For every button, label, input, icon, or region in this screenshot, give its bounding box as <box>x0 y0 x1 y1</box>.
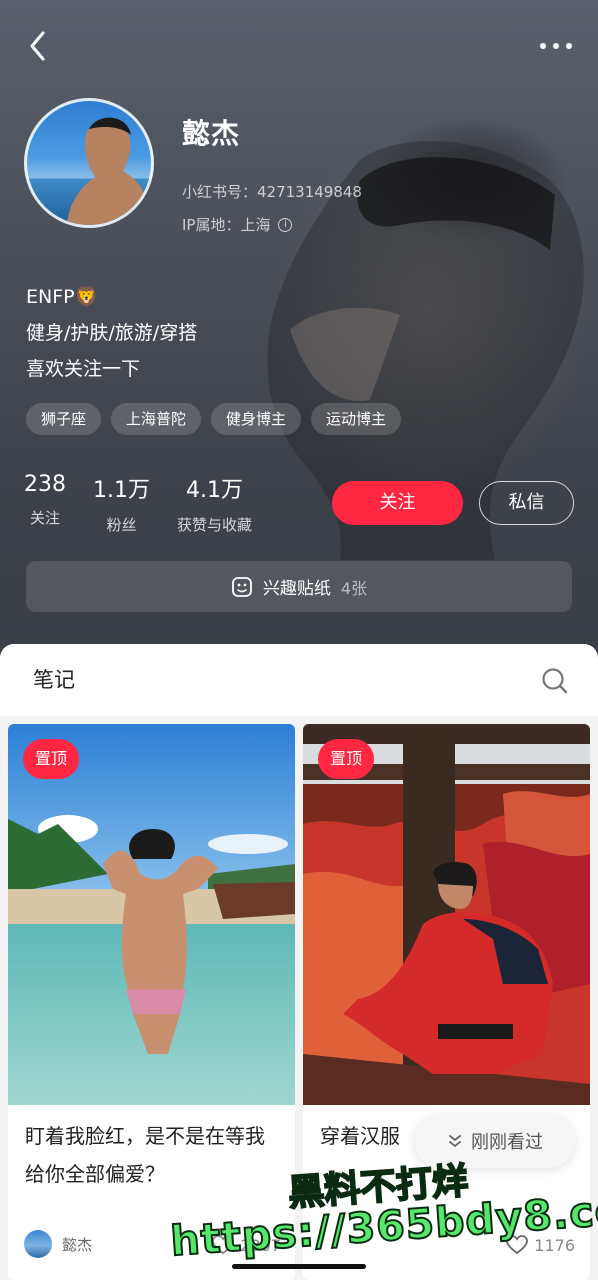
like-count: 1176 <box>534 1235 575 1255</box>
tab-notes[interactable]: 笔记 <box>33 664 75 694</box>
recently-viewed-button[interactable]: 刚刚看过 <box>415 1114 575 1168</box>
note-cover-image: 置顶 <box>303 724 590 1105</box>
like-button[interactable]: 2307 <box>212 1235 281 1255</box>
ip-location: IP属地：上海 <box>182 216 271 234</box>
info-icon[interactable]: i <box>278 217 293 232</box>
bio-line: 健身/护肤/旅游/穿搭 <box>26 322 198 344</box>
heart-icon <box>506 1235 529 1255</box>
profile-tags: 狮子座 上海普陀 健身博主 运动博主 <box>26 403 402 435</box>
notes-panel: 笔记 置顶 盯着我脸红，是不是在等我给你全部偏爱？ 懿杰 2307 置顶 穿着汉… <box>0 644 598 1280</box>
pinned-badge: 置顶 <box>23 739 79 779</box>
note-author[interactable]: 懿杰 <box>24 1230 92 1258</box>
stat-value: 238 <box>24 472 66 497</box>
note-card[interactable]: 置顶 穿着汉服 1176 <box>303 724 590 1280</box>
profile-header-background: 懿杰 小红书号：42713149848 IP属地：上海 i ENFP🦁 健身/护… <box>0 0 598 700</box>
note-card[interactable]: 置顶 盯着我脸红，是不是在等我给你全部偏爱？ 懿杰 2307 <box>8 724 295 1280</box>
message-button[interactable]: 私信 <box>479 481 574 525</box>
tag-zodiac[interactable]: 狮子座 <box>26 403 102 435</box>
ellipsis-icon <box>540 43 572 49</box>
author-name: 懿杰 <box>62 1235 93 1254</box>
recently-viewed-label: 刚刚看过 <box>471 1132 543 1153</box>
bio-line: ENFP🦁 <box>26 286 99 308</box>
stat-value: 1.1万 <box>93 478 150 503</box>
search-icon <box>542 668 568 694</box>
tag-location[interactable]: 上海普陀 <box>111 403 202 435</box>
tag-fitness-blogger[interactable]: 健身博主 <box>211 403 302 435</box>
note-cover-image: 置顶 <box>8 724 295 1105</box>
stat-likes-collects[interactable]: 4.1万 获赞与收藏 <box>177 472 252 535</box>
top-bar <box>0 18 598 74</box>
stat-followers[interactable]: 1.1万 粉丝 <box>93 472 150 535</box>
bio-line: 喜欢关注一下 <box>26 358 141 380</box>
sticker-label: 兴趣贴纸 <box>262 579 331 599</box>
sticker-face-icon <box>232 576 252 597</box>
profile-name: 懿杰 <box>182 117 241 150</box>
interest-stickers-button[interactable]: 兴趣贴纸 4张 <box>26 561 572 612</box>
more-options-button[interactable] <box>536 26 576 66</box>
follow-button[interactable]: 关注 <box>332 481 463 525</box>
back-button[interactable] <box>20 26 56 66</box>
profile-bio: ENFP🦁 健身/护肤/旅游/穿搭 喜欢关注一下 <box>26 282 197 390</box>
like-count: 2307 <box>240 1235 281 1255</box>
home-indicator[interactable] <box>232 1264 366 1269</box>
avatar-photo <box>67 117 151 225</box>
stat-label: 获赞与收藏 <box>177 516 253 534</box>
stat-label: 关注 <box>29 509 60 527</box>
ip-location-row: IP属地：上海 i <box>182 214 293 235</box>
search-button[interactable] <box>538 664 572 698</box>
pinned-badge: 置顶 <box>318 739 374 779</box>
heart-icon <box>212 1235 235 1255</box>
tag-sports-blogger[interactable]: 运动博主 <box>311 403 402 435</box>
chevron-left-icon <box>30 31 45 61</box>
sticker-count: 4张 <box>340 578 368 598</box>
stat-following[interactable]: 238 关注 <box>24 472 66 528</box>
notes-header: 笔记 <box>0 644 598 716</box>
like-button[interactable]: 1176 <box>506 1235 575 1255</box>
stat-value: 4.1万 <box>186 478 243 503</box>
profile-avatar[interactable] <box>24 98 154 228</box>
stat-label: 粉丝 <box>106 516 137 534</box>
note-title: 盯着我脸红，是不是在等我给你全部偏爱？ <box>25 1124 265 1186</box>
author-avatar <box>24 1230 52 1258</box>
double-chevron-down-icon <box>449 1135 461 1148</box>
red-id: 小红书号：42713149848 <box>182 183 362 201</box>
